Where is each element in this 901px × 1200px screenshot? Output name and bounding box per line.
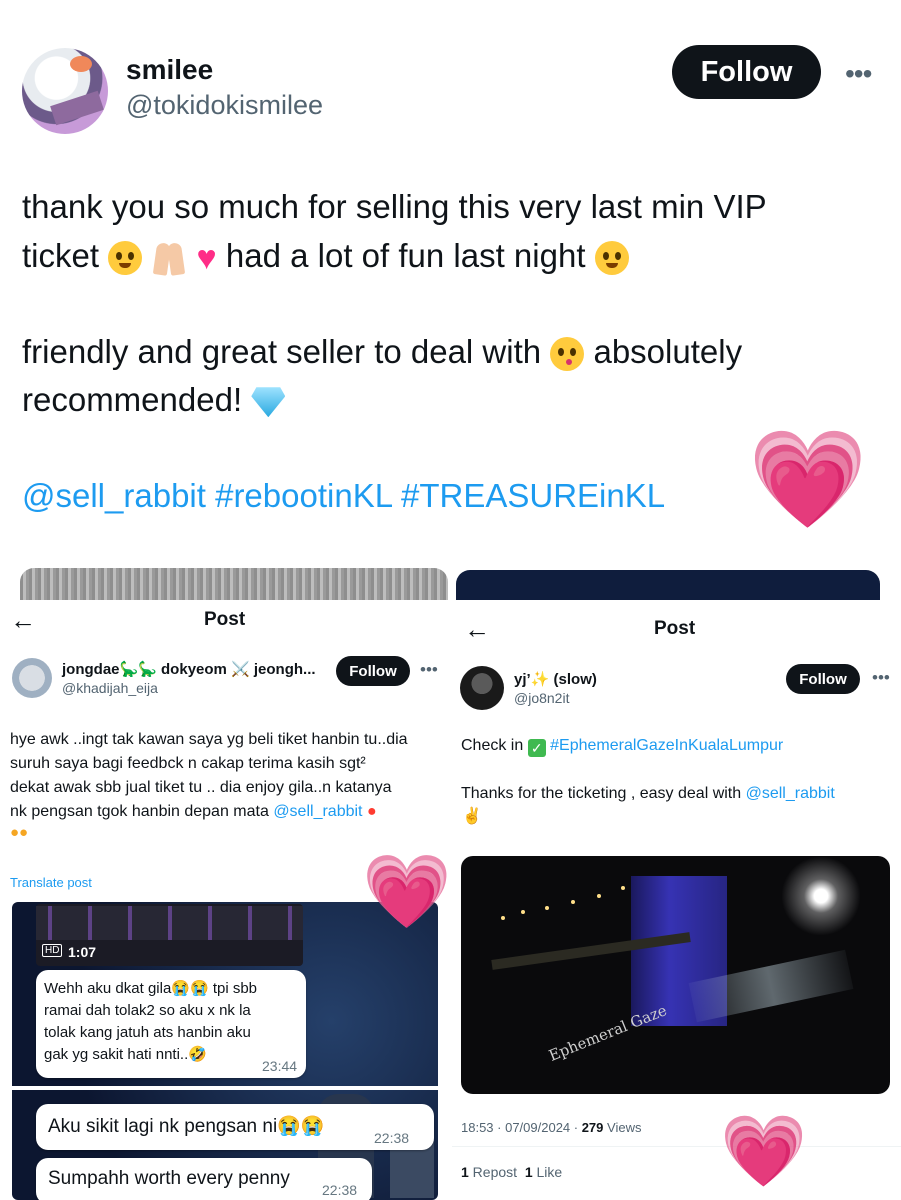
tweet-text-line: thank you so much for selling this very … — [22, 188, 767, 225]
repost-count[interactable]: 1 — [461, 1164, 469, 1180]
page-title: Post — [204, 609, 246, 630]
like-label[interactable]: Like — [533, 1164, 563, 1180]
heart-sticker: 💗 — [362, 852, 452, 932]
display-name[interactable]: jongdae🦕🦕 dokyeom ⚔️ jeongh... — [62, 660, 316, 678]
post-metadata: 18:53 · 07/09/2024 · 279 Views — [461, 1120, 641, 1135]
avatar[interactable] — [12, 658, 52, 698]
check-mark-icon: ✓ — [527, 739, 546, 757]
back-arrow-icon[interactable]: ← — [10, 605, 36, 636]
chat-time: 22:38 — [322, 1182, 358, 1198]
tweet-text-segment: absolutely — [593, 333, 743, 370]
chat-text: gak yg sakit hati nnti..🤣 — [44, 1046, 207, 1063]
tweet-text-segment: friendly and great seller to deal with — [22, 333, 542, 370]
tweet-text-segment: recommended! — [22, 381, 243, 418]
post-text-line: Thanks for the ticketing , easy deal wit… — [461, 782, 835, 806]
tweet-text-segment: ticket — [22, 237, 100, 274]
chat-screenshot[interactable]: HD 1:07 Wehh aku dkat gila😭😭 tpi sbb ram… — [12, 902, 438, 1200]
more-options-icon[interactable]: ••• — [872, 668, 890, 688]
post-text-line: dekat awak sbb jual tiket tu .. dia enjo… — [10, 779, 392, 796]
like-count[interactable]: 1 — [525, 1164, 533, 1180]
chat-message: Aku sikit lagi nk pengsan ni😭😭 22:38 — [36, 1104, 434, 1150]
smiling-face-with-hearts-icon — [594, 241, 629, 276]
post-text-segment: Check in — [461, 737, 528, 754]
hd-badge: HD — [42, 944, 63, 957]
views-label: Views — [603, 1120, 642, 1135]
mention-link[interactable]: @sell_rabbit — [746, 785, 835, 802]
chat-text: Sumpahh worth every penny — [48, 1168, 290, 1189]
back-arrow-icon[interactable]: ← — [464, 614, 490, 645]
divider — [452, 1146, 901, 1147]
follow-button[interactable]: Follow — [786, 664, 860, 694]
post-text-line: suruh saya bagi feedbck n cakap terima k… — [10, 755, 366, 772]
concert-photo[interactable]: Ephemeral Gaze — [461, 856, 890, 1094]
translate-post-link[interactable]: Translate post — [10, 875, 92, 890]
page-title: Post — [654, 618, 696, 639]
post-text-line: Check in ✓ #EphemeralGazeInKualaLumpur — [461, 734, 783, 758]
display-name[interactable]: yj’✨ (slow) — [514, 670, 597, 688]
view-count: 279 — [581, 1120, 604, 1135]
face-blowing-kiss-icon — [550, 337, 585, 372]
post-text-line: hye awk ..ingt tak kawan saya yg beli ti… — [10, 731, 408, 748]
tweet-text-line: friendly and great seller to deal with a… — [22, 332, 742, 372]
user-handle[interactable]: @jo8n2it — [514, 690, 569, 706]
chat-text: tolak kang jatuh ats hanbin aku — [44, 1024, 251, 1041]
tweet-text-segment: had a lot of fun last night — [225, 237, 586, 274]
tweet-hashtags[interactable]: @sell_rabbit #rebootinKL #TREASUREinKL — [22, 476, 665, 516]
user-handle[interactable]: @khadijah_eija — [62, 680, 158, 696]
heart-eyes-icon: ● — [366, 803, 377, 820]
right-screenshot-panel: ← Post yj’✨ (slow) @jo8n2it Follow ••• C… — [452, 600, 901, 1200]
display-name[interactable]: smilee — [126, 54, 213, 86]
heart-sticker: 💗 — [748, 426, 868, 533]
mention-link[interactable]: @sell_rabbit — [273, 803, 362, 820]
chat-text: ramai dah tolak2 so aku x nk la — [44, 1002, 251, 1019]
follow-button[interactable]: Follow — [336, 656, 410, 686]
post-text-line: nk pengsan tgok hanbin depan mata @sell_… — [10, 800, 377, 824]
more-options-icon[interactable]: ••• — [420, 660, 438, 680]
engagement-stats: 1 Repost 1 Like — [461, 1164, 562, 1180]
praying-hands-icon — [151, 241, 187, 275]
repost-label[interactable]: Repost — [469, 1164, 517, 1180]
video-duration: 1:07 — [68, 944, 97, 960]
chat-text: Wehh aku dkat gila😭😭 tpi sbb — [44, 980, 258, 997]
gem-stone-icon — [251, 387, 286, 418]
chat-text: Aku sikit lagi nk pengsan ni😭😭 — [48, 1116, 325, 1137]
more-options-icon[interactable]: ••• — [845, 58, 872, 90]
chat-message: Wehh aku dkat gila😭😭 tpi sbb ramai dah t… — [36, 970, 306, 1078]
hashtag-link[interactable]: #EphemeralGazeInKualaLumpur — [550, 737, 783, 754]
tweet-text-line: recommended! — [22, 380, 286, 420]
rock-hand-icon: ✌ — [462, 808, 482, 825]
video-thumbnail[interactable]: HD 1:07 — [36, 904, 303, 966]
sparkling-heart-icon: ♥ — [196, 239, 217, 278]
follow-button[interactable]: Follow — [672, 45, 821, 99]
avatar[interactable] — [22, 48, 108, 134]
user-handle[interactable]: @tokidokismilee — [126, 90, 323, 121]
post-text-segment: nk pengsan tgok hanbin depan mata — [10, 803, 274, 820]
chat-time: 23:44 — [262, 1058, 298, 1074]
heart-eyes-icon: ●● — [10, 824, 29, 841]
chat-message: Sumpahh worth every penny 22:38 — [36, 1158, 372, 1200]
post-timestamp[interactable]: 18:53 · 07/09/2024 · — [461, 1120, 582, 1135]
heart-sticker: 💗 — [720, 1112, 808, 1190]
venue-sign: Ephemeral Gaze — [546, 1001, 670, 1065]
avatar[interactable] — [460, 666, 504, 710]
left-screenshot-panel: ← Post jongdae🦕🦕 dokyeom ⚔️ jeongh... @k… — [0, 600, 452, 1200]
post-text-segment: Thanks for the ticketing , easy deal wit… — [461, 785, 746, 802]
chat-time: 22:38 — [374, 1130, 410, 1146]
tweet-text-line: ticket ♥ had a lot of fun last night — [22, 236, 629, 276]
pleading-face-icon — [108, 241, 143, 276]
